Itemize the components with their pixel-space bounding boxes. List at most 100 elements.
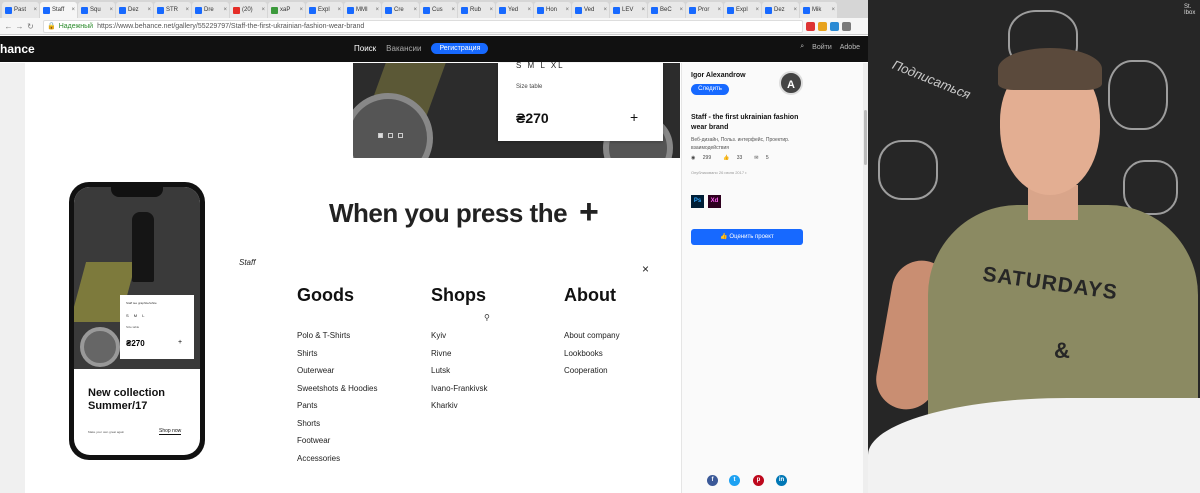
extension-icon[interactable] — [818, 21, 827, 31]
browser-tab[interactable]: Squ × — [78, 2, 115, 18]
tab-label: Squ — [90, 7, 101, 13]
add-to-cart-button[interactable]: + — [630, 109, 638, 125]
tab-close-icon[interactable]: × — [793, 7, 797, 13]
appreciate-button[interactable]: 👍 Оценить проект — [691, 229, 803, 245]
carousel-dot[interactable] — [388, 133, 393, 138]
tab-close-icon[interactable]: × — [755, 7, 759, 13]
tab-close-icon[interactable]: × — [337, 7, 341, 13]
menu-link[interactable]: Shorts — [297, 419, 320, 428]
tab-close-icon[interactable]: × — [489, 7, 493, 13]
tab-close-icon[interactable]: × — [565, 7, 569, 13]
tab-close-icon[interactable]: × — [717, 7, 721, 13]
search-icon[interactable]: ⌕ — [800, 43, 804, 51]
menu-link[interactable]: Sweetshots & Hoodies — [297, 384, 378, 393]
browser-tab[interactable]: Yed × — [496, 2, 533, 18]
product-card: S M L XL Size table ₴270 + — [498, 61, 663, 141]
browser-tab[interactable]: Expl × — [724, 2, 761, 18]
url-field[interactable]: 🔒 Надежный https://www.behance.net/galle… — [43, 19, 803, 33]
facebook-icon[interactable]: f — [707, 475, 718, 486]
browser-tab[interactable]: Dez × — [762, 2, 799, 18]
browser-tab[interactable]: (20) × — [230, 2, 267, 18]
extension-icon[interactable] — [806, 21, 815, 31]
nav-search[interactable]: Поиск — [354, 44, 376, 53]
tab-close-icon[interactable]: × — [147, 7, 151, 13]
browser-tab[interactable]: MMI × — [344, 2, 381, 18]
close-icon[interactable]: × — [642, 262, 649, 276]
tab-close-icon[interactable]: × — [679, 7, 683, 13]
browser-tab[interactable]: Cre × — [382, 2, 419, 18]
login-link[interactable]: Войти — [812, 44, 832, 51]
browser-tab[interactable]: Cus × — [420, 2, 457, 18]
avatar[interactable]: A — [779, 71, 803, 95]
menu-link[interactable]: Kharkiv — [431, 401, 458, 410]
browser-tab[interactable]: Ved × — [572, 2, 609, 18]
author-name[interactable]: Igor Alexandrow — [691, 72, 746, 79]
reload-icon[interactable]: ↻ — [26, 22, 35, 31]
menu-column-title[interactable]: About — [564, 285, 616, 306]
browser-tab[interactable]: Rub × — [458, 2, 495, 18]
menu-link[interactable]: Cooperation — [564, 366, 608, 375]
staff-logo[interactable]: Staff — [239, 258, 255, 267]
tab-close-icon[interactable]: × — [71, 7, 75, 13]
nav-jobs[interactable]: Вакансии — [386, 44, 421, 53]
linkedin-icon[interactable]: in — [776, 475, 787, 486]
browser-tab[interactable]: xaP × — [268, 2, 305, 18]
photoshop-icon[interactable]: Ps — [691, 195, 704, 208]
menu-link[interactable]: Lutsk — [431, 366, 450, 375]
tab-close-icon[interactable]: × — [299, 7, 303, 13]
menu-link[interactable]: Lookbooks — [564, 349, 603, 358]
pinterest-icon[interactable]: p — [753, 475, 764, 486]
tab-close-icon[interactable]: × — [375, 7, 379, 13]
menu-link[interactable]: About company — [564, 331, 620, 340]
size-table-link[interactable]: Size table — [516, 84, 542, 90]
tab-close-icon[interactable]: × — [831, 7, 835, 13]
extension-icon[interactable] — [830, 21, 839, 31]
tab-close-icon[interactable]: × — [451, 7, 455, 13]
size-options[interactable]: S M L XL — [516, 61, 565, 70]
adobe-link[interactable]: Adobe — [840, 44, 860, 51]
tab-close-icon[interactable]: × — [527, 7, 531, 13]
menu-column-title[interactable]: Shops — [431, 285, 486, 306]
back-icon[interactable]: ← — [4, 22, 13, 31]
browser-tab[interactable]: Mik × — [800, 2, 837, 18]
tab-close-icon[interactable]: × — [33, 7, 37, 13]
carousel-dot[interactable] — [378, 133, 383, 138]
tab-close-icon[interactable]: × — [413, 7, 417, 13]
scrollbar-thumb[interactable] — [864, 110, 867, 165]
carousel-dot[interactable] — [398, 133, 403, 138]
browser-tab[interactable]: Hon × — [534, 2, 571, 18]
forward-icon[interactable]: → — [15, 22, 24, 31]
menu-link[interactable]: Rivne — [431, 349, 451, 358]
menu-link[interactable]: Ivano-Frankivsk — [431, 384, 487, 393]
menu-link[interactable]: Shirts — [297, 349, 317, 358]
menu-column-title[interactable]: Goods — [297, 285, 354, 306]
tab-close-icon[interactable]: × — [185, 7, 189, 13]
browser-tab[interactable]: Pror × — [686, 2, 723, 18]
tab-close-icon[interactable]: × — [641, 7, 645, 13]
menu-link[interactable]: Pants — [297, 401, 317, 410]
browser-tab[interactable]: BeC × — [648, 2, 685, 18]
tab-close-icon[interactable]: × — [223, 7, 227, 13]
browser-tab[interactable]: Dez × — [116, 2, 153, 18]
menu-link[interactable]: Outerwear — [297, 366, 334, 375]
browser-tab[interactable]: Expl × — [306, 2, 343, 18]
xd-icon[interactable]: Xd — [708, 195, 721, 208]
tab-close-icon[interactable]: × — [261, 7, 265, 13]
project-categories[interactable]: Веб-дизайн, Польз. интерфейс, Проектир. … — [691, 136, 801, 152]
menu-link[interactable]: Polo & T-Shirts — [297, 331, 350, 340]
follow-button[interactable]: Следить — [691, 84, 729, 95]
menu-icon[interactable] — [842, 21, 851, 31]
menu-link[interactable]: Kyiv — [431, 331, 446, 340]
browser-tab[interactable]: Dre × — [192, 2, 229, 18]
browser-tab[interactable]: LEV × — [610, 2, 647, 18]
browser-tab[interactable]: STR × — [154, 2, 191, 18]
menu-link[interactable]: Accessories — [297, 454, 340, 463]
tab-close-icon[interactable]: × — [109, 7, 113, 13]
twitter-icon[interactable]: t — [729, 475, 740, 486]
tab-close-icon[interactable]: × — [603, 7, 607, 13]
behance-logo[interactable]: hance — [0, 42, 35, 56]
browser-tab[interactable]: Staff × — [40, 2, 77, 18]
menu-link[interactable]: Footwear — [297, 436, 330, 445]
browser-tab[interactable]: Past × — [2, 2, 39, 18]
register-button[interactable]: Регистрация — [431, 43, 489, 54]
